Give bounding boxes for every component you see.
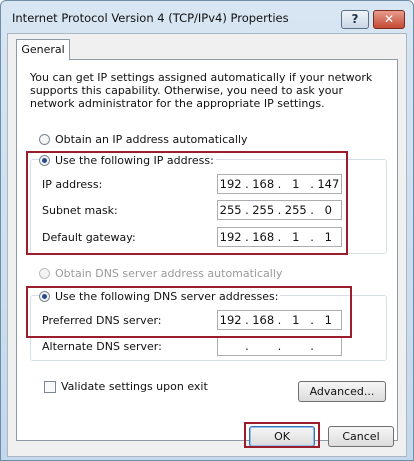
octet: 255: [252, 203, 275, 217]
use-following-dns-radio[interactable]: Use the following DNS server addresses:: [39, 290, 281, 303]
advanced-button[interactable]: Advanced...: [298, 381, 386, 402]
subnet-mask-label: Subnet mask:: [42, 204, 118, 217]
alternate-dns-label: Alternate DNS server:: [42, 340, 162, 353]
octet: 1: [292, 177, 300, 191]
title-bar[interactable]: Internet Protocol Version 4 (TCP/IPv4) P…: [1, 1, 413, 33]
octet: 192: [219, 230, 242, 244]
ip-address-label: IP address:: [42, 178, 103, 191]
octet: 168: [252, 230, 275, 244]
default-gateway-label: Default gateway:: [42, 231, 136, 244]
octet: 147: [317, 177, 340, 191]
octet: 255: [219, 203, 242, 217]
subnet-mask-input[interactable]: 255. 255. 255. 0: [217, 200, 342, 220]
octet: 1: [324, 313, 332, 327]
octet: 1: [292, 313, 300, 327]
ip-address-input[interactable]: 192. 168. 1. 147: [217, 174, 342, 194]
ok-button[interactable]: OK: [249, 426, 315, 447]
radio-indicator: [39, 134, 50, 145]
close-button[interactable]: ✕: [373, 10, 405, 29]
help-button[interactable]: ?: [341, 10, 369, 29]
window-title: Internet Protocol Version 4 (TCP/IPv4) P…: [12, 11, 289, 25]
validate-settings-checkbox[interactable]: Validate settings upon exit: [44, 380, 208, 393]
description-text: You can get IP settings assigned automat…: [30, 71, 373, 110]
preferred-dns-label: Preferred DNS server:: [42, 314, 162, 327]
obtain-ip-auto-label: Obtain an IP address automatically: [55, 133, 248, 146]
preferred-dns-input[interactable]: 192. 168. 1. 1: [217, 310, 342, 330]
octet: 192: [219, 177, 242, 191]
checkbox-indicator: [44, 380, 56, 393]
use-following-ip-label: Use the following IP address:: [55, 154, 214, 167]
octet: 1: [324, 230, 332, 244]
use-following-ip-radio[interactable]: Use the following IP address:: [39, 154, 216, 167]
octet: 192: [219, 313, 242, 327]
radio-indicator: [39, 268, 50, 279]
octet: 168: [252, 177, 275, 191]
validate-settings-label: Validate settings upon exit: [61, 380, 208, 393]
tab-general[interactable]: General: [16, 39, 70, 60]
use-following-dns-label: Use the following DNS server addresses:: [55, 290, 279, 303]
dialog-window: Internet Protocol Version 4 (TCP/IPv4) P…: [0, 0, 414, 461]
obtain-ip-auto-radio[interactable]: Obtain an IP address automatically: [39, 133, 248, 146]
radio-indicator-selected: [39, 291, 50, 302]
default-gateway-input[interactable]: 192. 168. 1. 1: [217, 227, 342, 247]
octet: 0: [324, 203, 332, 217]
octet: 1: [292, 230, 300, 244]
alternate-dns-input[interactable]: . . .: [217, 336, 342, 356]
radio-indicator-selected: [39, 155, 50, 166]
cancel-button[interactable]: Cancel: [328, 426, 394, 447]
obtain-dns-auto-radio[interactable]: Obtain DNS server address automatically: [39, 267, 282, 280]
octet: 255: [284, 203, 307, 217]
obtain-dns-auto-label: Obtain DNS server address automatically: [55, 267, 283, 280]
octet: 168: [252, 313, 275, 327]
